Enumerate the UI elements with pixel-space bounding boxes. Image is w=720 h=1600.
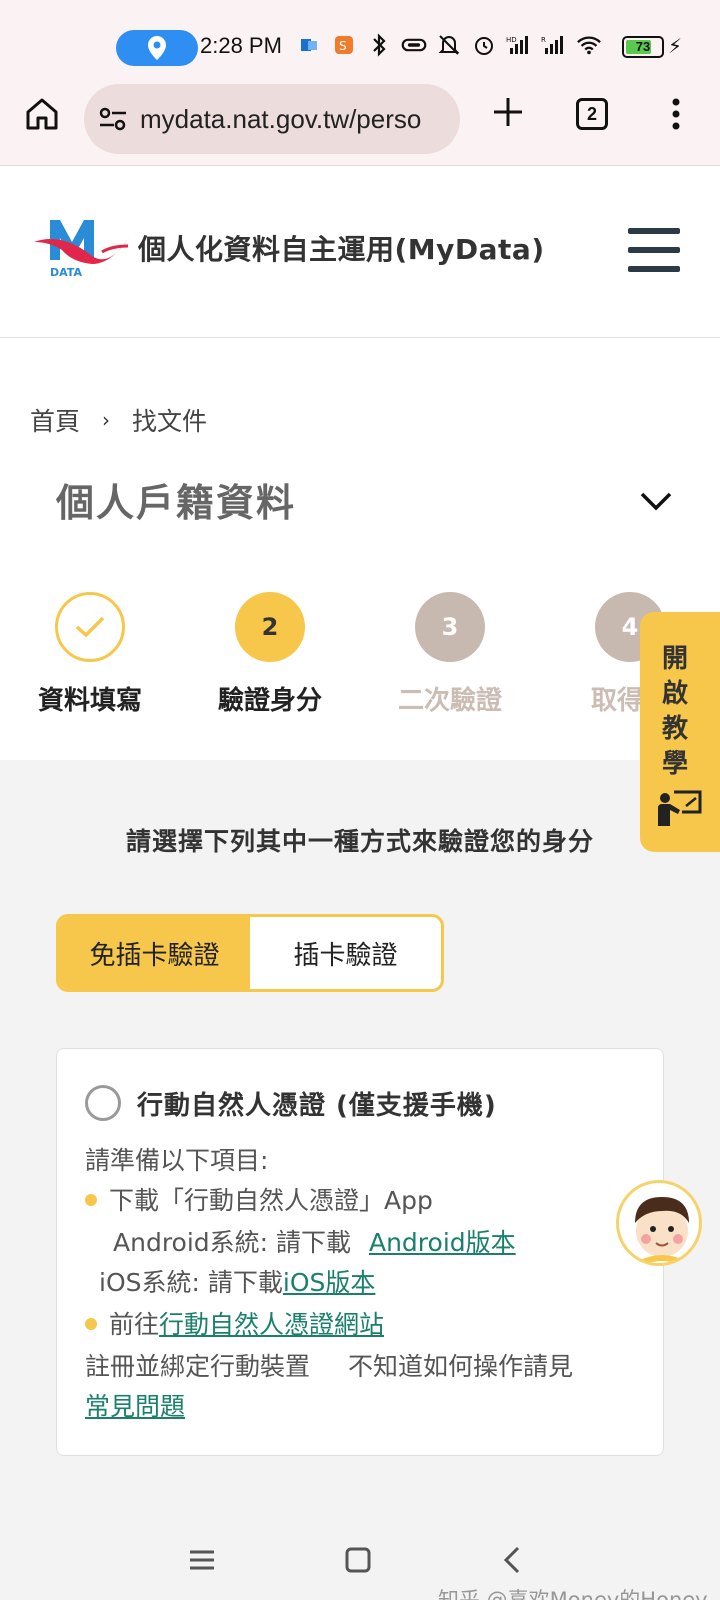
plus-icon [494, 98, 522, 126]
step-check-circle [55, 592, 125, 662]
no-card-verify-tab[interactable]: 免插卡驗證 [59, 917, 250, 989]
tab-switcher-button[interactable]: 2 [576, 98, 608, 130]
back-icon [503, 1546, 520, 1574]
logo-text: DATA [50, 266, 82, 279]
site-title[interactable]: 個人化資料自主運用(MyData) [138, 228, 545, 268]
android-version-link[interactable]: Android版本 [369, 1228, 516, 1257]
step-number: 3 [415, 592, 485, 662]
mydata-logo[interactable]: DATA [32, 212, 132, 282]
battery-level: 73 [635, 39, 651, 54]
link-icon [401, 32, 427, 58]
signal-hd-icon: HD [506, 32, 532, 58]
alarm-icon [471, 32, 497, 58]
status-bar: 2:28 PM S HD R 73 ⚡ [0, 0, 720, 78]
svg-text:R: R [541, 36, 546, 44]
method-radio[interactable] [85, 1085, 121, 1121]
android-label: Android系統: 請下載 [113, 1228, 352, 1257]
expand-button[interactable] [636, 486, 676, 516]
breadcrumb-current[interactable]: 找文件 [132, 402, 207, 438]
bullet-icon [85, 1318, 97, 1330]
ios-line: iOS系統: 請下載iOS版本 [99, 1263, 375, 1299]
breadcrumb-separator-icon: › [102, 408, 111, 432]
bluetooth-icon [366, 32, 392, 58]
item-download-app: 下載「行動自然人憑證」App [85, 1181, 433, 1217]
step-number: 2 [235, 592, 305, 662]
app-icon: S [331, 32, 357, 58]
wifi-icon [576, 32, 602, 58]
step-2: 2 驗證身分 [200, 592, 340, 717]
faq-line: 常見問題 [85, 1387, 185, 1423]
item-download-text: 下載「行動自然人憑證」App [109, 1186, 433, 1215]
item-website-prefix: 前往 [109, 1310, 160, 1339]
menu-bar [628, 247, 680, 253]
recents-button[interactable] [184, 1542, 220, 1578]
chevron-down-icon [640, 492, 672, 511]
method-card[interactable]: 行動自然人憑證 (僅支援手機) 請準備以下項目: 下載「行動自然人憑證」App … [56, 1048, 664, 1456]
browser-toolbar: mydata.nat.gov.tw/perso 2 [0, 78, 720, 166]
step-3: 3 二次驗證 [380, 592, 520, 717]
home-button[interactable] [22, 94, 62, 134]
menu-bar [628, 266, 680, 272]
location-icon [148, 36, 166, 60]
website-link[interactable]: 行動自然人憑證網站 [159, 1310, 384, 1339]
address-bar[interactable]: mydata.nat.gov.tw/perso [84, 84, 460, 154]
register-line: 註冊並綁定行動裝置 不知道如何操作請見 [85, 1347, 573, 1383]
android-line: Android系統: 請下載 Android版本 [113, 1223, 516, 1259]
prepare-text: 請準備以下項目: [85, 1146, 269, 1175]
card-verify-tab[interactable]: 插卡驗證 [250, 917, 441, 989]
step-label: 資料填寫 [37, 686, 142, 716]
status-icons: S HD R [296, 32, 602, 58]
menu-bar [628, 228, 680, 234]
ios-label: iOS系統: 請下載 [99, 1268, 283, 1297]
url-text[interactable]: mydata.nat.gov.tw/perso [140, 104, 421, 135]
site-settings-icon[interactable] [98, 106, 128, 132]
bullet-icon [85, 1194, 97, 1206]
step-label: 二次驗證 [397, 686, 502, 716]
location-pill[interactable] [116, 30, 198, 66]
svg-text:S: S [339, 39, 347, 53]
ios-version-link[interactable]: iOS版本 [283, 1268, 376, 1297]
battery-icon: 73 [622, 36, 664, 58]
faq-link[interactable]: 常見問題 [85, 1392, 185, 1421]
outlook-icon [296, 32, 322, 58]
mute-icon [436, 32, 462, 58]
method-title: 行動自然人憑證 (僅支援手機) [137, 1091, 497, 1121]
instruction-text: 請選擇下列其中一種方式來驗證您的身分 [125, 827, 594, 856]
assistant-avatar[interactable] [616, 1180, 702, 1266]
page-title: 個人戶籍資料 [56, 481, 297, 525]
step-label: 驗證身分 [217, 686, 322, 716]
breadcrumb: 首頁 › 找文件 [30, 402, 207, 438]
step-1: 資料填寫 [20, 592, 160, 717]
watermark: 知乎 @喜欢Money的Honey [438, 1588, 708, 1600]
site-header: DATA 個人化資料自主運用(MyData) [0, 166, 720, 338]
status-time: 2:28 PM [200, 33, 282, 58]
register-text: 註冊並綁定行動裝置 [85, 1352, 311, 1381]
signal-r-icon: R [541, 32, 567, 58]
help-text: 不知道如何操作請見 [347, 1352, 573, 1381]
svg-text:HD: HD [506, 36, 517, 44]
browser-menu-button[interactable] [664, 94, 688, 134]
check-icon [75, 616, 105, 638]
charging-icon: ⚡ [668, 34, 683, 58]
site-menu-button[interactable] [628, 228, 680, 272]
menu-lines-icon [190, 1550, 214, 1570]
square-icon [345, 1547, 371, 1573]
home-nav-button[interactable] [340, 1542, 376, 1578]
document-header-section: 首頁 › 找文件 個人戶籍資料 資料填寫 2 驗證身分 3 二次驗證 4 取得文 [0, 338, 720, 760]
tutorial-tab[interactable]: 開啟教學 [640, 612, 720, 852]
back-nav-button[interactable] [496, 1542, 532, 1578]
breadcrumb-home[interactable]: 首頁 [30, 402, 80, 438]
tutorial-tab-label: 開啟教學 [662, 644, 689, 779]
item-website: 前往行動自然人憑證網站 [85, 1305, 384, 1341]
new-tab-button[interactable] [486, 90, 530, 134]
verify-method-toggle: 免插卡驗證 插卡驗證 [56, 914, 444, 992]
more-vert-icon [672, 98, 680, 130]
home-icon [26, 98, 58, 130]
